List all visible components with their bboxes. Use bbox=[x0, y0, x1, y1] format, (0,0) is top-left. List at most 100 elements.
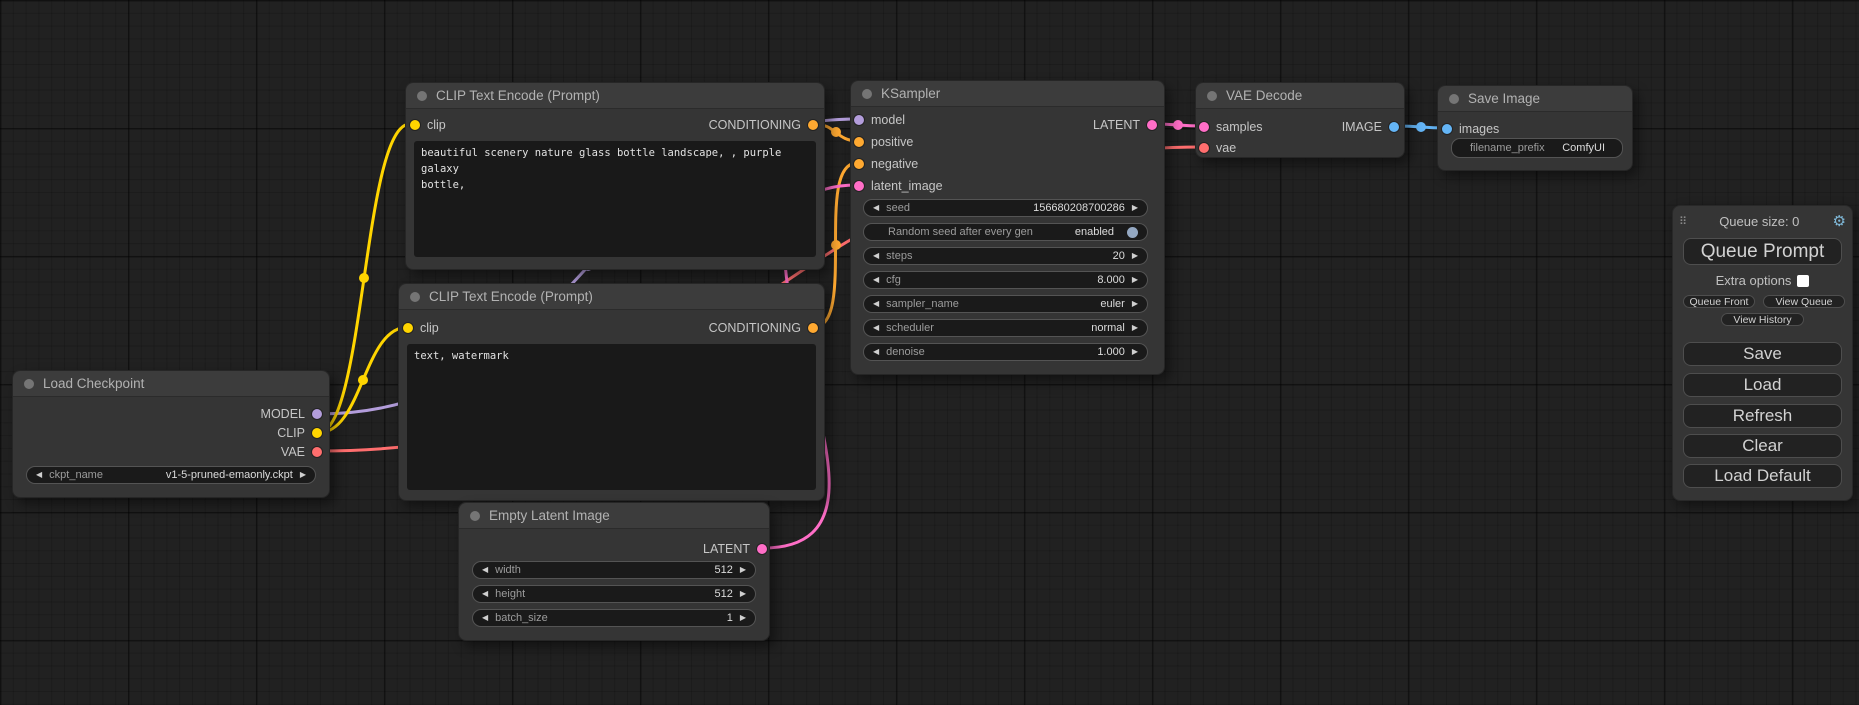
collapse-dot-icon[interactable] bbox=[1207, 91, 1217, 101]
negative-prompt-textarea[interactable]: text, watermark bbox=[407, 344, 816, 490]
latent-output-dot[interactable] bbox=[1147, 120, 1157, 130]
width-widget[interactable]: ◀ width 512 ▶ bbox=[472, 561, 756, 579]
decrement-arrow-icon[interactable]: ◀ bbox=[482, 566, 488, 574]
increment-arrow-icon[interactable]: ▶ bbox=[1132, 276, 1138, 284]
steps-widget[interactable]: ◀ steps 20 ▶ bbox=[863, 247, 1148, 265]
view-queue-button[interactable]: View Queue bbox=[1763, 295, 1845, 308]
widget-value: 8.000 bbox=[1097, 274, 1125, 286]
decrement-arrow-icon[interactable]: ◀ bbox=[873, 348, 879, 356]
extra-options-checkbox[interactable] bbox=[1797, 275, 1809, 287]
node-load-checkpoint[interactable]: Load Checkpoint MODEL CLIP VAE ◀ ckpt_na… bbox=[12, 370, 330, 498]
queue-front-button[interactable]: Queue Front bbox=[1683, 295, 1755, 308]
node-title-bar[interactable]: VAE Decode bbox=[1196, 83, 1404, 109]
increment-arrow-icon[interactable]: ▶ bbox=[1132, 348, 1138, 356]
node-empty-latent-image[interactable]: Empty Latent Image LATENT ◀ width 512 ▶ … bbox=[458, 502, 770, 641]
decrement-arrow-icon[interactable]: ◀ bbox=[873, 252, 879, 260]
toggle-label: Random seed after every gen bbox=[888, 226, 1033, 238]
widget-value: normal bbox=[1091, 322, 1125, 334]
decrement-arrow-icon[interactable]: ◀ bbox=[873, 300, 879, 308]
gear-icon[interactable]: ⚙ bbox=[1833, 214, 1846, 229]
increment-arrow-icon[interactable]: ▶ bbox=[740, 590, 746, 598]
collapse-dot-icon[interactable] bbox=[862, 89, 872, 99]
collapse-dot-icon[interactable] bbox=[1449, 94, 1459, 104]
increment-arrow-icon[interactable]: ▶ bbox=[300, 471, 306, 479]
clip-output-dot[interactable] bbox=[312, 428, 322, 438]
input-label-positive: positive bbox=[871, 135, 913, 149]
filename-prefix-widget[interactable]: filename_prefix ComfyUI bbox=[1451, 138, 1623, 158]
widget-value: 156680208700286 bbox=[1033, 202, 1125, 214]
node-title-bar[interactable]: Load Checkpoint bbox=[13, 371, 329, 397]
node-title-bar[interactable]: Save Image bbox=[1438, 86, 1632, 112]
toggle-value: enabled bbox=[1075, 226, 1114, 238]
widget-value: v1-5-pruned-emaonly.ckpt bbox=[166, 469, 293, 481]
load-button[interactable]: Load bbox=[1683, 373, 1842, 397]
link-dot-cond-negative bbox=[831, 240, 841, 250]
random-seed-toggle-widget[interactable]: Random seed after every gen enabled bbox=[863, 223, 1148, 241]
decrement-arrow-icon[interactable]: ◀ bbox=[482, 590, 488, 598]
decrement-arrow-icon[interactable]: ◀ bbox=[873, 324, 879, 332]
latent-output-dot[interactable] bbox=[757, 544, 767, 554]
height-widget[interactable]: ◀ height 512 ▶ bbox=[472, 585, 756, 603]
increment-arrow-icon[interactable]: ▶ bbox=[1132, 300, 1138, 308]
decrement-arrow-icon[interactable]: ◀ bbox=[873, 204, 879, 212]
increment-arrow-icon[interactable]: ▶ bbox=[1132, 204, 1138, 212]
decrement-arrow-icon[interactable]: ◀ bbox=[482, 614, 488, 622]
collapse-dot-icon[interactable] bbox=[24, 379, 34, 389]
load-default-button[interactable]: Load Default bbox=[1683, 464, 1842, 488]
node-canvas[interactable]: Load Checkpoint MODEL CLIP VAE ◀ ckpt_na… bbox=[0, 0, 1859, 705]
drag-handle-icon[interactable]: ⠿ bbox=[1679, 215, 1686, 228]
clip-input-dot[interactable] bbox=[403, 323, 413, 333]
negative-input-dot[interactable] bbox=[854, 159, 864, 169]
clear-button[interactable]: Clear bbox=[1683, 434, 1842, 458]
node-clip-text-encode-positive[interactable]: CLIP Text Encode (Prompt) clip CONDITION… bbox=[405, 82, 825, 270]
collapse-dot-icon[interactable] bbox=[470, 511, 480, 521]
positive-prompt-textarea[interactable]: beautiful scenery nature glass bottle la… bbox=[414, 141, 816, 257]
view-history-button[interactable]: View History bbox=[1721, 313, 1804, 326]
model-output-dot[interactable] bbox=[312, 409, 322, 419]
node-ksampler[interactable]: KSampler model positive negative latent_… bbox=[850, 80, 1165, 375]
input-label-samples: samples bbox=[1216, 120, 1263, 134]
conditioning-output-dot[interactable] bbox=[808, 120, 818, 130]
node-save-image[interactable]: Save Image images filename_prefix ComfyU… bbox=[1437, 85, 1633, 171]
clip-input-dot[interactable] bbox=[410, 120, 420, 130]
increment-arrow-icon[interactable]: ▶ bbox=[1132, 324, 1138, 332]
cfg-widget[interactable]: ◀ cfg 8.000 ▶ bbox=[863, 271, 1148, 289]
increment-arrow-icon[interactable]: ▶ bbox=[1132, 252, 1138, 260]
node-title-bar[interactable]: Empty Latent Image bbox=[459, 503, 769, 529]
widget-value: ComfyUI bbox=[1562, 142, 1605, 154]
widget-label: height bbox=[495, 588, 525, 600]
decrement-arrow-icon[interactable]: ◀ bbox=[873, 276, 879, 284]
node-clip-text-encode-negative[interactable]: CLIP Text Encode (Prompt) clip CONDITION… bbox=[398, 283, 825, 501]
collapse-dot-icon[interactable] bbox=[417, 91, 427, 101]
queue-prompt-button[interactable]: Queue Prompt bbox=[1683, 238, 1842, 265]
sampler-name-widget[interactable]: ◀ sampler_name euler ▶ bbox=[863, 295, 1148, 313]
batch-size-widget[interactable]: ◀ batch_size 1 ▶ bbox=[472, 609, 756, 627]
positive-input-dot[interactable] bbox=[854, 137, 864, 147]
input-label-negative: negative bbox=[871, 157, 918, 171]
images-input-dot[interactable] bbox=[1442, 124, 1452, 134]
node-vae-decode[interactable]: VAE Decode samples vae IMAGE bbox=[1195, 82, 1405, 158]
save-button[interactable]: Save bbox=[1683, 342, 1842, 366]
scheduler-widget[interactable]: ◀ scheduler normal ▶ bbox=[863, 319, 1148, 337]
toggle-dot-icon[interactable] bbox=[1127, 227, 1138, 238]
collapse-dot-icon[interactable] bbox=[410, 292, 420, 302]
conditioning-output-dot[interactable] bbox=[808, 323, 818, 333]
node-title-bar[interactable]: KSampler bbox=[851, 81, 1164, 107]
increment-arrow-icon[interactable]: ▶ bbox=[740, 614, 746, 622]
latent-image-input-dot[interactable] bbox=[854, 181, 864, 191]
vae-output-dot[interactable] bbox=[312, 447, 322, 457]
node-title-bar[interactable]: CLIP Text Encode (Prompt) bbox=[399, 284, 824, 310]
node-title-bar[interactable]: CLIP Text Encode (Prompt) bbox=[406, 83, 824, 109]
model-input-dot[interactable] bbox=[854, 115, 864, 125]
image-output-dot[interactable] bbox=[1389, 122, 1399, 132]
node-title: Save Image bbox=[1468, 91, 1540, 106]
denoise-widget[interactable]: ◀ denoise 1.000 ▶ bbox=[863, 343, 1148, 361]
ckpt-name-widget[interactable]: ◀ ckpt_name v1-5-pruned-emaonly.ckpt ▶ bbox=[26, 466, 316, 484]
increment-arrow-icon[interactable]: ▶ bbox=[740, 566, 746, 574]
vae-input-dot[interactable] bbox=[1199, 143, 1209, 153]
node-title: Load Checkpoint bbox=[43, 376, 144, 391]
decrement-arrow-icon[interactable]: ◀ bbox=[36, 471, 42, 479]
seed-widget[interactable]: ◀ seed 156680208700286 ▶ bbox=[863, 199, 1148, 217]
samples-input-dot[interactable] bbox=[1199, 122, 1209, 132]
refresh-button[interactable]: Refresh bbox=[1683, 404, 1842, 428]
